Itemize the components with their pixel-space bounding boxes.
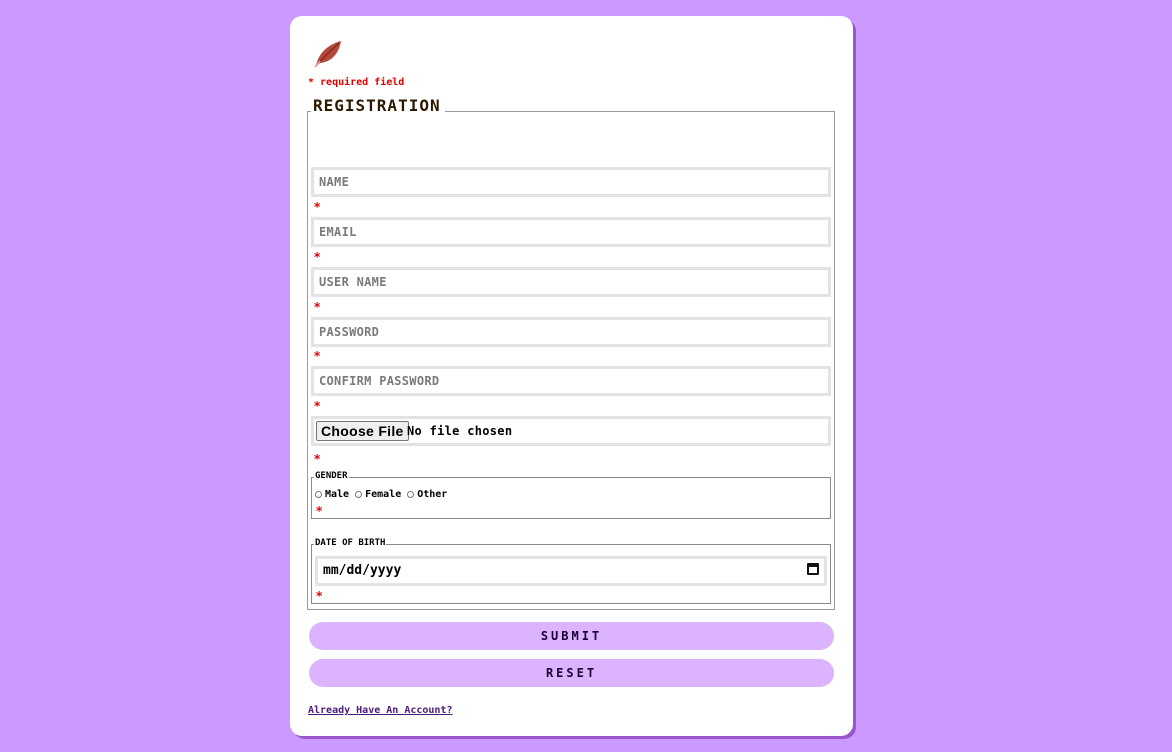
password-placeholder: PASSWORD: [319, 325, 380, 339]
gender-label-female: Female: [365, 489, 402, 500]
dob-input[interactable]: mm/dd/yyyy: [315, 556, 827, 586]
username-placeholder: USER NAME: [319, 275, 387, 289]
password-required-star: *: [314, 349, 321, 363]
name-required-star: *: [314, 200, 321, 214]
email-required-star: *: [314, 250, 321, 264]
form-title: REGISTRATION: [311, 96, 445, 115]
username-input[interactable]: USER NAME: [311, 267, 831, 297]
username-required-star: *: [314, 300, 321, 314]
gender-required-star: *: [316, 504, 323, 518]
submit-button[interactable]: SUBMIT: [309, 622, 834, 650]
gender-options: Male Female Other: [315, 489, 453, 500]
gender-fieldset: GENDER Male Female Other *: [311, 471, 831, 519]
registration-card: * required field REGISTRATION NAME * EMA…: [290, 16, 853, 736]
calendar-icon[interactable]: [807, 563, 819, 575]
gender-label-male: Male: [325, 489, 350, 500]
dob-placeholder: mm/dd/yyyy: [323, 563, 402, 578]
confirm-password-placeholder: CONFIRM PASSWORD: [319, 374, 440, 388]
name-placeholder: NAME: [319, 175, 350, 189]
gender-radio-female[interactable]: [355, 491, 363, 498]
file-status: No file chosen: [407, 424, 513, 438]
leaf-icon: [314, 41, 341, 68]
confirm-password-required-star: *: [314, 399, 321, 413]
gender-legend: GENDER: [314, 471, 349, 481]
password-input[interactable]: PASSWORD: [311, 317, 831, 347]
name-input[interactable]: NAME: [311, 167, 831, 197]
dob-required-star: *: [316, 589, 323, 603]
dob-legend: DATE OF BIRTH: [314, 538, 387, 548]
required-field-note: * required field: [308, 77, 405, 88]
confirm-password-input[interactable]: CONFIRM PASSWORD: [311, 366, 831, 396]
file-required-star: *: [314, 452, 321, 466]
dob-fieldset: DATE OF BIRTH mm/dd/yyyy *: [311, 538, 831, 604]
file-input[interactable]: Choose File No file chosen: [311, 416, 831, 446]
login-link[interactable]: Already Have An Account?: [308, 705, 453, 716]
gender-label-other: Other: [417, 489, 448, 500]
email-input[interactable]: EMAIL: [311, 217, 831, 247]
email-placeholder: EMAIL: [319, 225, 357, 239]
reset-button[interactable]: RESET: [309, 659, 834, 687]
gender-radio-other[interactable]: [407, 491, 415, 498]
gender-radio-male[interactable]: [315, 491, 322, 498]
choose-file-button[interactable]: Choose File: [316, 421, 409, 441]
